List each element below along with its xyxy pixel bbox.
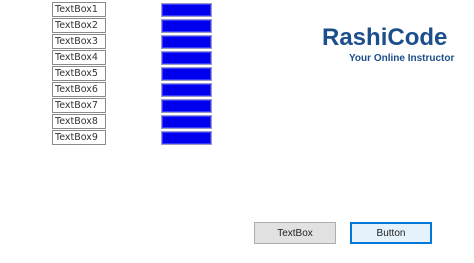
textbox-button[interactable]: TextBox <box>254 222 336 244</box>
textbox-8[interactable]: TextBox8 <box>52 114 106 129</box>
textbox-3[interactable]: TextBox3 <box>52 34 106 49</box>
blue-textbox-9[interactable] <box>161 131 212 145</box>
textbox-9[interactable]: TextBox9 <box>52 130 106 145</box>
brand-title: RashiCode <box>322 24 448 51</box>
textbox-2[interactable]: TextBox2 <box>52 18 106 33</box>
textbox-1[interactable]: TextBox1 <box>52 2 106 17</box>
form-window: TextBox1 TextBox2 TextBox3 TextBox4 Text… <box>0 0 474 263</box>
textbox-5[interactable]: TextBox5 <box>52 66 106 81</box>
blue-textbox-6[interactable] <box>161 83 212 97</box>
blue-textbox-2[interactable] <box>161 19 212 33</box>
brand-subtitle: Your Online Instructor <box>349 53 455 64</box>
textbox-6[interactable]: TextBox6 <box>52 82 106 97</box>
textbox-4[interactable]: TextBox4 <box>52 50 106 65</box>
button-button[interactable]: Button <box>350 222 432 244</box>
blue-textbox-7[interactable] <box>161 99 212 113</box>
textbox-7[interactable]: TextBox7 <box>52 98 106 113</box>
blue-textbox-5[interactable] <box>161 67 212 81</box>
blue-textbox-4[interactable] <box>161 51 212 65</box>
blue-textbox-8[interactable] <box>161 115 212 129</box>
blue-textbox-3[interactable] <box>161 35 212 49</box>
blue-textbox-1[interactable] <box>161 3 212 17</box>
